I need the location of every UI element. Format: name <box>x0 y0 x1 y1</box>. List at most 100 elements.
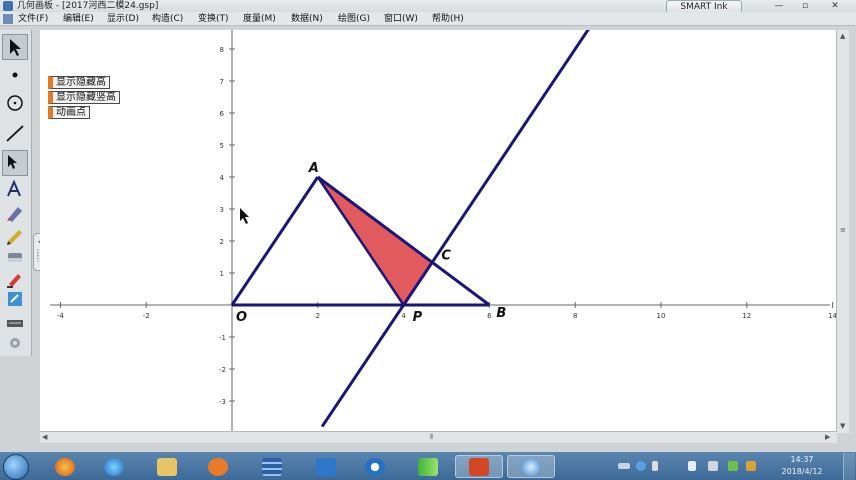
taskbar-player[interactable] <box>404 455 452 478</box>
system-tray <box>612 457 772 475</box>
taskbar-network[interactable] <box>302 455 350 478</box>
point-label-o: O <box>236 310 247 325</box>
select-arrow-tool[interactable] <box>2 34 28 60</box>
marker-icon <box>7 207 22 222</box>
taskbar-sogou[interactable] <box>351 455 399 478</box>
scroll-right-arrow-icon[interactable]: ▶ <box>825 433 830 441</box>
menu-file[interactable]: 文件(F) <box>18 12 48 26</box>
notes-tool[interactable] <box>2 286 28 312</box>
coordinate-plot[interactable]: -4 -2 2 4 6 8 10 12 1487654321-1-2-3OABCP <box>40 30 837 431</box>
line-icon <box>6 125 24 142</box>
menu-graph[interactable]: 绘图(G) <box>338 12 370 26</box>
taskbar-explorer[interactable] <box>143 455 191 478</box>
y-tick-label: 4 <box>220 174 225 182</box>
x-tick-label: 4 <box>401 312 406 320</box>
menu-window[interactable]: 窗口(W) <box>384 12 418 26</box>
segment-oa <box>230 176 320 306</box>
sogou-icon <box>365 457 385 476</box>
scroll-thumb-grip-h-icon[interactable]: ⦀ <box>430 433 433 442</box>
scroll-up-arrow-icon[interactable]: ▲ <box>840 32 845 40</box>
powerpoint-icon <box>469 457 489 476</box>
taskbar-app-flower[interactable] <box>41 455 89 478</box>
document-icon <box>3 14 13 24</box>
taskbar-geometry-sketchpad[interactable] <box>507 455 555 478</box>
y-tick-label: 3 <box>220 206 224 214</box>
taskbar-app-grid[interactable] <box>248 455 296 478</box>
help-tray-icon[interactable] <box>636 461 646 471</box>
point-label-a: A <box>308 161 319 176</box>
eraser-icon <box>8 253 22 262</box>
taskbar-ie[interactable] <box>90 455 138 478</box>
menu-measure[interactable]: 度量(M) <box>243 12 276 26</box>
network-tray-icon[interactable] <box>708 461 718 471</box>
y-tick-label: 7 <box>220 78 224 86</box>
scroll-left-arrow-icon[interactable]: ◀ <box>42 433 47 441</box>
sketch-canvas[interactable]: -4 -2 2 4 6 8 10 12 14 8 7 6 5 4 3 2 1 -1 -2 -3 O A B C P 显示隐藏高 … <box>40 30 837 431</box>
taskbar-media[interactable] <box>194 455 242 478</box>
show-hide-vertical-altitude-button[interactable]: 显示隐藏竖高 <box>48 91 120 104</box>
window-controls: — ▫ ✕ <box>768 1 856 11</box>
y-tick-label: -3 <box>219 398 226 406</box>
app-grid-icon <box>262 457 282 476</box>
menu-construct[interactable]: 构造(C) <box>152 12 183 26</box>
notepad-icon <box>8 292 22 306</box>
text-tool[interactable] <box>2 176 28 202</box>
taskbar-powerpoint[interactable] <box>455 455 503 478</box>
system-clock[interactable]: 14:37 2018/4/12 <box>772 454 832 480</box>
close-button[interactable]: ✕ <box>820 1 850 11</box>
toolbox <box>0 30 32 356</box>
scroll-thumb-grip-icon[interactable]: ≡ <box>840 226 846 234</box>
x-tick-label: -2 <box>143 312 150 320</box>
compass-tool[interactable] <box>2 90 28 116</box>
point-label-b: B <box>496 306 506 321</box>
scroll-down-arrow-icon[interactable]: ▼ <box>840 422 845 430</box>
vertical-scrollbar[interactable]: ▲ ≡ ▼ <box>836 30 849 433</box>
maximize-button[interactable]: ▫ <box>794 1 816 11</box>
y-tick-label: 1 <box>220 270 224 278</box>
pencil-icon <box>7 230 22 245</box>
x-tick-label: -4 <box>57 312 65 320</box>
mouse-cursor-icon <box>240 208 249 224</box>
window-title: 几何画板 - [2017河西二模24.gsp] <box>17 1 159 11</box>
menu-edit[interactable]: 编辑(E) <box>63 12 94 26</box>
start-button[interactable] <box>3 454 29 480</box>
y-tick-label: 2 <box>220 238 224 246</box>
network-icon <box>316 457 336 476</box>
text-a-icon <box>7 179 21 197</box>
horizontal-scrollbar[interactable]: ◀ ⦀ ▶ <box>40 431 837 443</box>
player-icon <box>418 457 438 476</box>
menu-display[interactable]: 显示(D) <box>107 12 139 26</box>
line-tool[interactable] <box>2 120 28 146</box>
x-tick-label: 2 <box>316 312 320 320</box>
point-label-c: C <box>441 248 451 263</box>
animate-point-button[interactable]: 动画点 <box>48 106 90 119</box>
explorer-icon <box>157 457 177 476</box>
app-icon <box>3 1 13 11</box>
menu-data[interactable]: 数据(N) <box>291 12 323 26</box>
point-tool[interactable] <box>2 62 28 88</box>
y-tick-label: 5 <box>220 142 224 150</box>
flag-tray-icon[interactable] <box>652 461 658 471</box>
menu-help[interactable]: 帮助(H) <box>432 12 464 26</box>
keyboard-tray-icon[interactable] <box>618 463 630 469</box>
cursor-polygon-icon <box>8 155 17 169</box>
x-tick-label: 6 <box>487 312 492 320</box>
ie-icon <box>104 457 124 476</box>
settings-tool[interactable] <box>2 330 28 356</box>
clock-time: 14:37 <box>790 455 814 464</box>
gear-icon <box>10 338 20 348</box>
volume-icon[interactable] <box>688 461 696 471</box>
circle-icon <box>7 95 23 111</box>
app-tray-icon[interactable] <box>746 461 756 471</box>
polygon-tool[interactable] <box>2 150 28 176</box>
show-desktop-button[interactable] <box>843 453 855 480</box>
y-tick-label: 8 <box>220 46 224 54</box>
arrow-icon <box>10 39 21 56</box>
x-tick-label: 12 <box>742 312 751 320</box>
x-tick-label: 10 <box>657 312 666 320</box>
show-hide-altitude-button[interactable]: 显示隐藏高 <box>48 76 110 89</box>
minimize-button[interactable]: — <box>768 1 790 11</box>
security-tray-icon[interactable] <box>728 461 738 471</box>
geometry-sketchpad-icon <box>521 457 541 476</box>
menu-transform[interactable]: 变换(T) <box>198 12 229 26</box>
